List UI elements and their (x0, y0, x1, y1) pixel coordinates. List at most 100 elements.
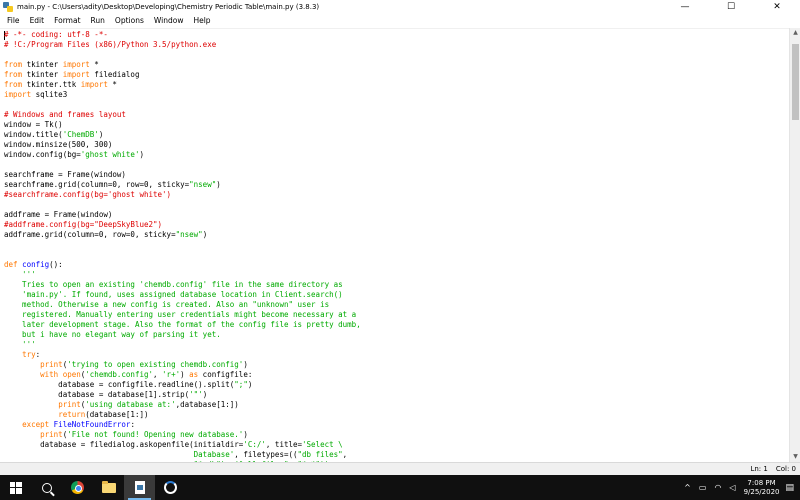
code-token: database = database[1].strip( (4, 390, 190, 399)
maximize-button[interactable]: ☐ (708, 0, 754, 14)
menu-bar: File Edit Format Run Options Window Help (0, 14, 800, 28)
python-idle-icon (3, 2, 13, 12)
code-token: 'main.py'. If found, uses assigned datab… (4, 290, 343, 299)
code-token: 'using database at:' (85, 400, 176, 409)
code-token: '"' (189, 390, 203, 399)
code-line: print('using database at:',database[1:]) (4, 400, 361, 410)
menu-file[interactable]: File (2, 14, 25, 28)
code-token: 'File not found! Opening new database.' (67, 430, 244, 439)
menu-help[interactable]: Help (188, 14, 215, 28)
code-token: try (22, 350, 36, 359)
status-line: Ln: 1 (750, 465, 768, 473)
status-column: Col: 0 (775, 465, 796, 473)
code-line: from tkinter import * (4, 60, 361, 70)
loading-app-icon[interactable] (155, 475, 186, 500)
code-line: database = database[1].strip('"') (4, 390, 361, 400)
code-token: from (4, 80, 23, 89)
code-line: except FileNotFoundError: (4, 420, 361, 430)
code-line: # Windows and frames layout (4, 110, 361, 120)
code-token: ,database[1:]) (175, 400, 239, 409)
notification-icon[interactable]: ▤ (785, 483, 794, 493)
code-token: print (58, 400, 81, 409)
minimize-button[interactable]: — (662, 0, 708, 14)
code-token: searchframe = Frame(window) (4, 170, 126, 179)
vertical-scrollbar[interactable]: ▲ ▼ (789, 28, 800, 462)
scroll-up-arrow-icon[interactable]: ▲ (790, 28, 800, 38)
code-token: FileNotFoundError (53, 420, 131, 429)
code-token: * (89, 60, 99, 69)
code-token: open (62, 370, 81, 379)
clock-time: 7:08 PM (747, 478, 776, 487)
scrollbar-thumb[interactable] (792, 44, 799, 120)
menu-format[interactable]: Format (49, 14, 85, 28)
code-token: ) (202, 390, 208, 399)
code-text-area[interactable]: # -*- coding: utf-8 -*- # !C:/Program Fil… (4, 30, 361, 462)
code-editor[interactable]: # -*- coding: utf-8 -*- # !C:/Program Fil… (0, 28, 789, 462)
code-token: import (80, 80, 108, 89)
clock[interactable]: 7:08 PM 9/25/2020 (744, 479, 780, 497)
code-token: ";" (234, 380, 248, 389)
code-token: database = configfile.readline().split( (4, 380, 235, 389)
code-token: Database' (4, 450, 235, 459)
code-token: 'r+' (162, 370, 181, 379)
code-token: window = Tk() (4, 120, 63, 129)
code-line: later development stage. Also the format… (4, 320, 361, 330)
code-token: (database[1:]) (85, 410, 149, 419)
code-token: #addframe.config(bg="DeepSkyBlue2") (4, 220, 163, 229)
python-file-icon[interactable] (124, 475, 155, 500)
code-line: searchframe = Frame(window) (4, 170, 361, 180)
code-token: * (107, 80, 117, 89)
menu-options[interactable]: Options (110, 14, 149, 28)
volume-icon[interactable]: ◁ (729, 483, 735, 492)
menu-window[interactable]: Window (149, 14, 189, 28)
code-token: , title= (265, 440, 303, 449)
code-token: window.title( (4, 130, 63, 139)
code-token: addframe.grid(column=0, row=0, sticky= (4, 230, 176, 239)
code-line: window = Tk() (4, 120, 361, 130)
code-line: ''' (4, 340, 361, 350)
show-hidden-icons-chevron[interactable]: ^ (684, 483, 691, 492)
code-token: searchframe.grid(column=0, row=0, sticky… (4, 180, 190, 189)
code-token: 'Select \ (302, 440, 343, 449)
code-token: from (4, 60, 23, 69)
scroll-down-arrow-icon[interactable]: ▼ (790, 452, 800, 462)
code-line: database = configfile.readline().split("… (4, 380, 361, 390)
windows-start-icon[interactable] (0, 475, 31, 500)
code-token: later development stage. Also the format… (4, 320, 361, 329)
code-line: searchframe.grid(column=0, row=0, sticky… (4, 180, 361, 190)
search-icon[interactable] (31, 475, 62, 500)
file-explorer-icon[interactable] (93, 475, 124, 500)
code-line: Database', filetypes=(("db files", (4, 450, 361, 460)
code-line: registered. Manually entering user crede… (4, 310, 361, 320)
code-token: # -*- coding: utf-8 -*- (4, 30, 108, 39)
code-token: configfile: (198, 370, 253, 379)
code-line: # !C:/Program Files (x86)/Python 3.5/pyt… (4, 40, 361, 50)
code-line: Tries to open an existing 'chemdb.config… (4, 280, 361, 290)
title-bar: main.py - C:\Users\adity\Desktop\Develop… (0, 0, 800, 14)
code-token: Tries to open an existing 'chemdb.config… (4, 280, 343, 289)
code-token: # Windows and frames layout (4, 110, 126, 119)
menu-edit[interactable]: Edit (25, 14, 50, 28)
code-token: , (153, 370, 163, 379)
code-token: ''' (4, 270, 36, 279)
menu-run[interactable]: Run (86, 14, 110, 28)
code-line: try: (4, 350, 361, 360)
wifi-icon[interactable]: ◠ (714, 483, 721, 492)
code-token: print (40, 360, 63, 369)
close-button[interactable]: ✕ (754, 0, 800, 14)
code-line: #searchframe.config(bg='ghost white') (4, 190, 361, 200)
code-line: but i have no elegant way of parsing it … (4, 330, 361, 340)
code-token: import (62, 70, 90, 79)
code-token: filedialog (89, 70, 140, 79)
code-token: database = filedialog.askopenfile(initia… (4, 440, 244, 449)
battery-icon[interactable]: ▭ (699, 483, 707, 492)
chrome-icon[interactable] (62, 475, 93, 500)
code-token: 'ChemDB' (62, 130, 99, 139)
code-token: 'C:/' (243, 440, 266, 449)
code-token: ) (247, 380, 253, 389)
